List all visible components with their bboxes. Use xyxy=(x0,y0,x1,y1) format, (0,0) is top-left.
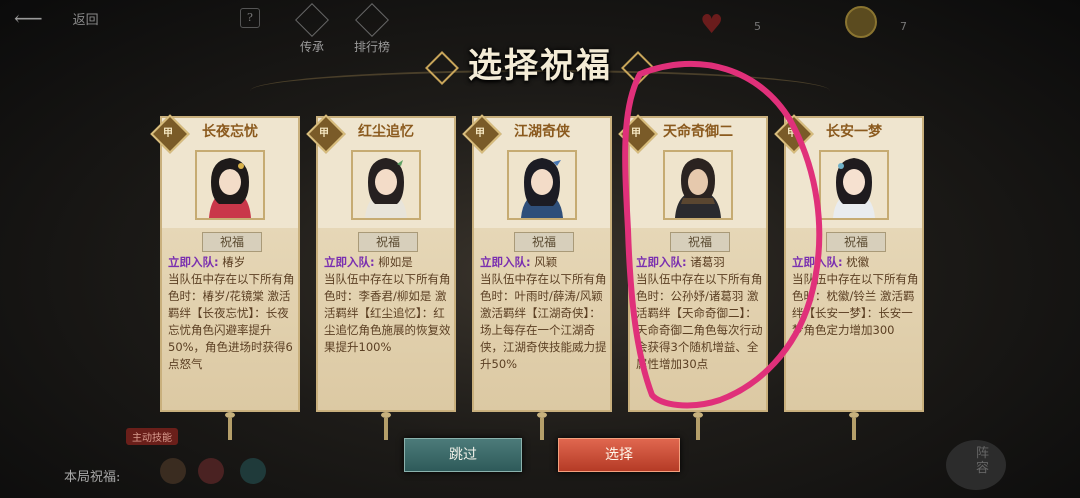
skip-button[interactable]: 跳过 xyxy=(404,438,522,472)
blessing-card-4[interactable]: 甲 天命奇御二 祝福 立即入队: 诸葛羽 当队伍中存在以下所有角色时：公孙妤/诸… xyxy=(618,114,768,440)
join-label: 立即入队: xyxy=(480,255,531,269)
character-portrait xyxy=(663,150,733,220)
inheritance-icon xyxy=(295,3,329,37)
card-pendant xyxy=(849,412,859,440)
card-description: 立即入队: 诸葛羽 当队伍中存在以下所有角色时：公孙妤/诸葛羽 激活羁绊【天命奇… xyxy=(636,254,764,373)
nav-leaderboard[interactable]: 排行榜 xyxy=(354,3,391,55)
nav-inheritance[interactable]: 传承 xyxy=(295,3,329,55)
character-portrait xyxy=(819,150,889,220)
card-effect-text: 当队伍中存在以下所有角色时：李香君/柳如是 激活羁绊【红尘追忆】：红尘追忆角色施… xyxy=(324,272,451,354)
help-icon[interactable]: ? xyxy=(240,8,260,28)
grade-badge-text: 甲 xyxy=(631,128,641,139)
card-pendant xyxy=(537,412,547,440)
card-description: 立即入队: 风颖 当队伍中存在以下所有角色时：叶雨时/薛涛/风颖 激活羁绊【江湖… xyxy=(480,254,608,373)
blessing-card-3[interactable]: 甲 江湖奇侠 祝福 立即入队: 风颖 当队伍中存在以下所有角色时：叶雨时/薛涛/… xyxy=(462,114,612,440)
character-portrait-icon xyxy=(521,158,563,218)
heart-icon: ♥ xyxy=(700,10,724,40)
join-label: 立即入队: xyxy=(324,255,375,269)
lineup-button[interactable]: 阵容 xyxy=(946,440,1006,490)
bless-button[interactable]: 祝福 xyxy=(514,232,574,252)
round-blessing-label: 本局祝福: xyxy=(64,470,121,485)
join-character: 诸葛羽 xyxy=(690,255,725,269)
back-arrow-icon: ⟵ xyxy=(14,6,43,30)
card-effect-text: 当队伍中存在以下所有角色时：椿岁/花镜棠 激活羁绊【长夜忘忧】：长夜忘忧角色闪避… xyxy=(168,272,295,371)
card-header: 甲 红尘追忆 xyxy=(306,114,454,154)
grade-badge-text: 甲 xyxy=(319,128,329,139)
character-portrait-icon xyxy=(365,158,407,218)
nav-leaderboard-label: 排行榜 xyxy=(354,40,391,54)
card-description: 立即入队: 柳如是 当队伍中存在以下所有角色时：李香君/柳如是 激活羁绊【红尘追… xyxy=(324,254,452,356)
bless-button[interactable]: 祝福 xyxy=(826,232,886,252)
character-portrait xyxy=(507,150,577,220)
card-header: 甲 长夜忘忧 xyxy=(150,114,298,154)
join-label: 立即入队: xyxy=(636,255,687,269)
character-portrait-icon xyxy=(833,158,875,218)
back-button[interactable]: ⟵ 返回 xyxy=(8,6,118,30)
card-description: 立即入队: 椿岁 当队伍中存在以下所有角色时：椿岁/花镜棠 激活羁绊【长夜忘忧】… xyxy=(168,254,296,373)
bless-button[interactable]: 祝福 xyxy=(670,232,730,252)
grade-badge-text: 甲 xyxy=(787,128,797,139)
join-label: 立即入队: xyxy=(168,255,219,269)
lineup-label: 阵容 xyxy=(976,446,990,476)
card-pendant xyxy=(693,412,703,440)
character-portrait xyxy=(351,150,421,220)
card-description: 立即入队: 枕徽 当队伍中存在以下所有角色时：枕徽/铃兰 激活羁绊【长安一梦】：… xyxy=(792,254,920,339)
blessing-card-1[interactable]: 甲 长夜忘忧 祝福 立即入队: 椿岁 当队伍中存在以下所有角色时：椿岁/花镜棠 … xyxy=(150,114,300,440)
join-character: 椿岁 xyxy=(222,255,246,269)
owned-blessing-icon[interactable] xyxy=(160,458,186,484)
card-pendant xyxy=(225,412,235,440)
owned-blessing-icon[interactable] xyxy=(240,458,266,484)
card-header: 甲 江湖奇侠 xyxy=(462,114,610,154)
heart-count: 5 xyxy=(754,20,761,33)
character-portrait-icon xyxy=(209,158,251,218)
card-effect-text: 当队伍中存在以下所有角色时：公孙妤/诸葛羽 激活羁绊【天命奇御二】：天命奇御二角… xyxy=(636,272,763,371)
grade-badge-text: 甲 xyxy=(475,128,485,139)
coin-count: 7 xyxy=(900,20,907,33)
game-screen: ⟵ 返回 ? 传承 排行榜 ♥ 5 7 选择祝福 甲 长夜忘忧 祝福 立即入队:… xyxy=(0,0,1080,498)
bless-button[interactable]: 祝福 xyxy=(202,232,262,252)
page-title: 选择祝福 xyxy=(468,46,612,86)
coin-icon xyxy=(845,6,877,38)
bless-button[interactable]: 祝福 xyxy=(358,232,418,252)
join-character: 风颖 xyxy=(534,255,558,269)
blessing-card-5[interactable]: 甲 长安一梦 祝福 立即入队: 枕徽 当队伍中存在以下所有角色时：枕徽/铃兰 激… xyxy=(774,114,924,440)
join-character: 枕徽 xyxy=(846,255,870,269)
select-button[interactable]: 选择 xyxy=(558,438,680,472)
back-label: 返回 xyxy=(72,12,99,28)
join-label: 立即入队: xyxy=(792,255,843,269)
join-character: 柳如是 xyxy=(378,255,413,269)
leaderboard-icon xyxy=(355,3,389,37)
card-effect-text: 当队伍中存在以下所有角色时：叶雨时/薛涛/风颖 激活羁绊【江湖奇侠】：场上每存在… xyxy=(480,272,607,371)
card-pendant xyxy=(381,412,391,440)
card-header: 甲 长安一梦 xyxy=(774,114,922,154)
character-portrait xyxy=(195,150,265,220)
grade-badge-text: 甲 xyxy=(163,128,173,139)
owned-blessing-icon[interactable] xyxy=(198,458,224,484)
character-portrait-icon xyxy=(675,158,721,218)
active-skill-tag: 主动技能 xyxy=(126,428,178,445)
card-header: 甲 天命奇御二 xyxy=(618,114,766,154)
nav-inheritance-label: 传承 xyxy=(300,40,325,54)
blessing-card-2[interactable]: 甲 红尘追忆 祝福 立即入队: 柳如是 当队伍中存在以下所有角色时：李香君/柳如… xyxy=(306,114,456,440)
title-banner: 选择祝福 xyxy=(425,38,655,94)
card-effect-text: 当队伍中存在以下所有角色时：枕徽/铃兰 激活羁绊【长安一梦】：长安一梦角色定力增… xyxy=(792,272,919,337)
